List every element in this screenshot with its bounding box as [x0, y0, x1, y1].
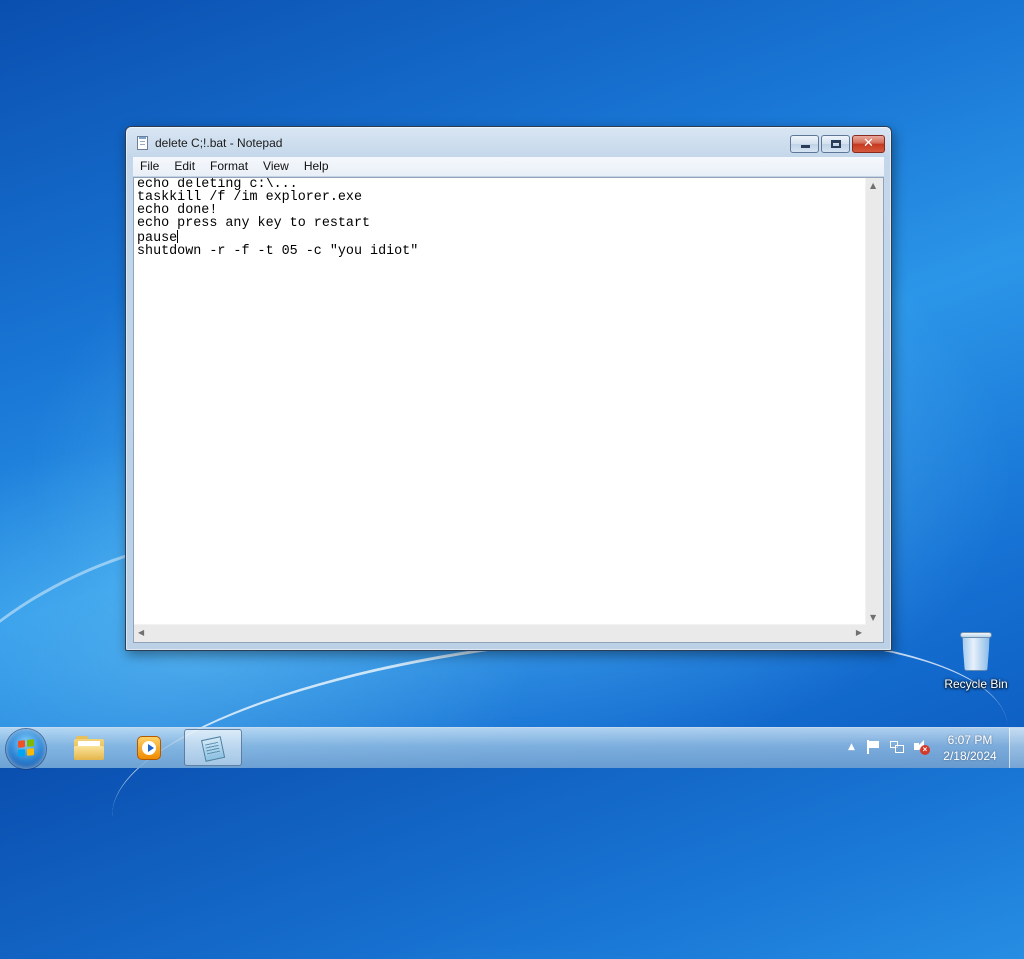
menu-help[interactable]: Help — [297, 157, 337, 176]
taskbar: ▲ × 6:07 PM 2/18/2024 — [0, 727, 1024, 769]
minimize-button[interactable] — [790, 135, 819, 153]
title-bar[interactable]: delete C;!.bat - Notepad ✕ — [126, 127, 891, 157]
menu-file[interactable]: File — [133, 157, 167, 176]
start-button[interactable] — [6, 729, 46, 769]
size-grip[interactable] — [866, 625, 883, 642]
minimize-icon — [801, 145, 810, 148]
editor-text-before-caret: echo deleting c:\... taskkill /f /im exp… — [137, 178, 371, 246]
close-icon: ✕ — [863, 136, 874, 151]
maximize-button[interactable] — [821, 135, 850, 153]
menu-edit[interactable]: Edit — [167, 157, 203, 176]
volume-muted-icon[interactable]: × — [914, 740, 930, 755]
show-hidden-icons-chevron-icon[interactable]: ▲ — [848, 742, 855, 752]
clock-time: 6:07 PM — [947, 733, 993, 747]
clock-date: 2/18/2024 — [943, 749, 997, 763]
taskbar-media-player-button[interactable] — [120, 729, 178, 766]
caption-buttons: ✕ — [788, 135, 885, 153]
text-caret — [177, 230, 179, 243]
menu-bar: File Edit Format View Help — [133, 157, 884, 177]
menu-format[interactable]: Format — [203, 157, 256, 176]
start-orb-icon — [18, 739, 34, 757]
vertical-scrollbar[interactable]: ▲ ▼ — [865, 178, 883, 625]
menu-view[interactable]: View — [256, 157, 297, 176]
editor-content[interactable]: echo deleting c:\... taskkill /f /im exp… — [137, 178, 863, 622]
maximize-icon — [831, 140, 841, 148]
scroll-left-icon[interactable]: ◀ — [138, 628, 144, 637]
folder-icon — [74, 736, 104, 760]
horizontal-scrollbar[interactable]: ◀ ▶ — [134, 624, 866, 642]
editor-text-after-caret: shutdown -r -f -t 05 -c "you idiot" — [137, 244, 419, 259]
window-title: delete C;!.bat - Notepad — [155, 136, 283, 150]
volume-muted-badge: × — [920, 745, 930, 755]
scroll-down-icon[interactable]: ▼ — [870, 613, 876, 622]
notepad-title-icon[interactable] — [137, 136, 148, 150]
scroll-up-icon[interactable]: ▲ — [870, 181, 876, 190]
close-button[interactable]: ✕ — [852, 135, 885, 153]
recycle-bin-label: Recycle Bin — [944, 677, 1008, 691]
taskbar-notepad-button[interactable] — [184, 729, 242, 766]
notepad-icon — [199, 734, 228, 763]
action-center-flag-icon[interactable] — [866, 740, 880, 754]
recycle-bin-icon — [959, 630, 993, 672]
text-editor[interactable]: echo deleting c:\... taskkill /f /im exp… — [133, 177, 884, 643]
taskbar-explorer-button[interactable] — [60, 729, 118, 766]
show-desktop-button[interactable] — [1009, 728, 1024, 768]
taskbar-clock[interactable]: 6:07 PM 2/18/2024 — [938, 732, 1002, 764]
notepad-window[interactable]: delete C;!.bat - Notepad ✕ File Edit For… — [125, 126, 892, 651]
recycle-bin-shortcut[interactable]: Recycle Bin — [940, 630, 1012, 691]
network-icon[interactable] — [890, 740, 904, 754]
media-player-icon — [137, 736, 161, 760]
scroll-right-icon[interactable]: ▶ — [856, 628, 862, 637]
